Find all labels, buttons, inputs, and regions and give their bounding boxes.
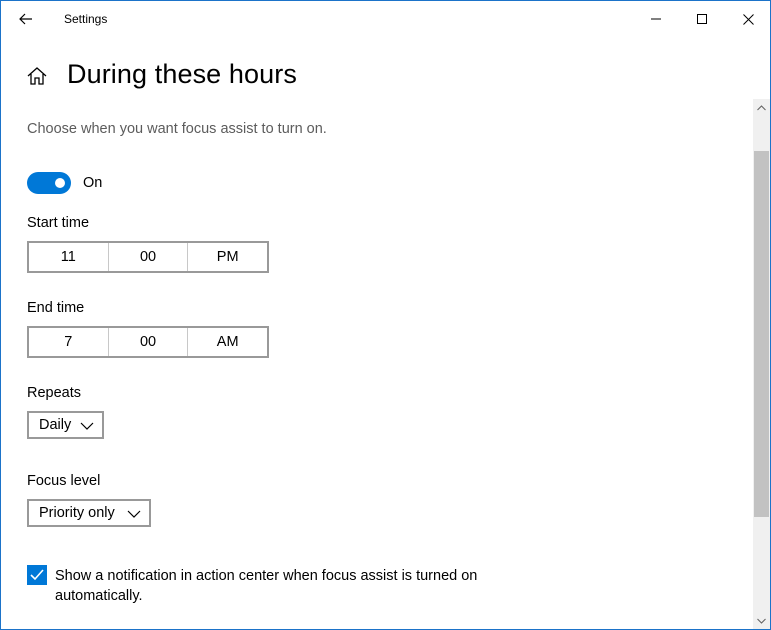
minimize-icon [651, 18, 661, 20]
end-minute[interactable]: 00 [109, 328, 189, 356]
checkmark-icon [30, 569, 44, 581]
end-hour[interactable]: 7 [29, 328, 109, 356]
end-period[interactable]: AM [188, 328, 267, 356]
start-time-label: Start time [27, 215, 90, 231]
notification-checkbox-label: Show a notification in action center whe… [55, 568, 478, 604]
start-hour[interactable]: 11 [29, 243, 109, 271]
home-icon [27, 67, 47, 85]
close-icon [742, 13, 754, 25]
toggle-knob [55, 178, 65, 188]
repeats-value: Daily [39, 417, 72, 433]
focus-level-value: Priority only [39, 505, 115, 521]
end-time-picker[interactable]: 7 00 AM [27, 326, 269, 358]
maximize-button[interactable] [679, 1, 725, 37]
page-description: Choose when you want focus assist to tur… [27, 121, 327, 137]
focus-level-dropdown[interactable]: Priority only [27, 499, 151, 527]
notification-checkbox[interactable] [27, 565, 47, 585]
start-time-picker[interactable]: 11 00 PM [27, 241, 269, 273]
repeats-label: Repeats [27, 385, 82, 401]
page-title: During these hours [67, 59, 297, 89]
start-period[interactable]: PM [188, 243, 267, 271]
scroll-up-arrow-icon [757, 104, 766, 110]
scroll-down-arrow-icon [757, 618, 766, 624]
repeats-dropdown[interactable]: Daily [27, 411, 104, 439]
vertical-scrollbar[interactable] [753, 99, 770, 629]
scroll-down-button[interactable] [753, 612, 770, 629]
scroll-up-button[interactable] [753, 99, 770, 116]
end-time-label: End time [27, 300, 85, 316]
scrollbar-thumb[interactable] [754, 151, 769, 517]
maximize-icon [697, 14, 707, 24]
back-button[interactable] [9, 5, 43, 33]
title-bar: Settings [1, 1, 770, 37]
back-arrow-icon [19, 13, 32, 25]
home-button[interactable] [26, 65, 48, 87]
focus-hours-toggle[interactable] [27, 172, 71, 194]
focus-level-label: Focus level [27, 473, 101, 489]
start-minute[interactable]: 00 [109, 243, 189, 271]
settings-window: Settings During these hours Choose when … [0, 0, 771, 630]
close-button[interactable] [725, 1, 770, 37]
chevron-down-icon [127, 510, 141, 518]
minimize-button[interactable] [633, 1, 679, 37]
toggle-state-label: On [83, 175, 103, 191]
window-title: Settings [64, 12, 108, 26]
chevron-down-icon [80, 422, 94, 430]
